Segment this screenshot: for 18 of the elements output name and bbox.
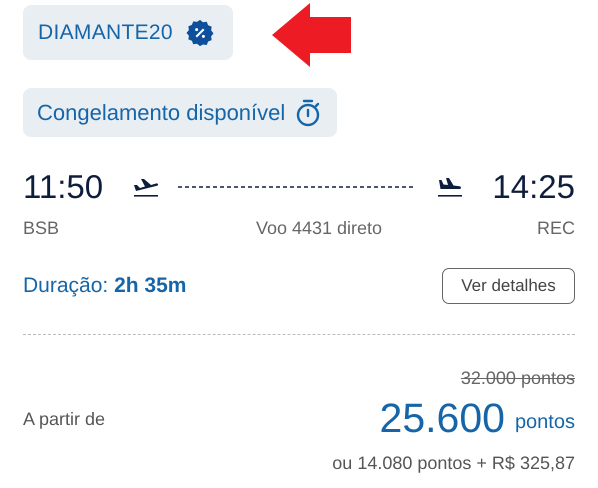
original-price: 32.000 pontos (460, 367, 575, 390)
departure-time: 11:50 (23, 167, 104, 208)
flight-info: Voo 4431 direto (254, 217, 384, 240)
discount-seal-icon (184, 18, 215, 48)
freeze-label: Congelamento disponível (37, 99, 286, 127)
promo-code: DIAMANTE20 (38, 20, 173, 46)
duration-text: Duração: 2h 35m (23, 273, 186, 300)
landing-icon (437, 176, 463, 198)
origin-code: BSB (23, 217, 60, 240)
destination-code: REC (536, 217, 575, 240)
stopwatch-icon (295, 98, 322, 126)
takeoff-icon (133, 176, 159, 198)
from-label: A partir de (23, 408, 106, 431)
arrival-time: 14:25 (492, 167, 575, 208)
price-amount: 25.600 (380, 394, 505, 442)
details-button[interactable]: Ver detalhes (442, 268, 575, 304)
alternative-price: ou 14.080 pontos + R$ 325,87 (332, 452, 575, 475)
price-unit: pontos (514, 410, 575, 435)
